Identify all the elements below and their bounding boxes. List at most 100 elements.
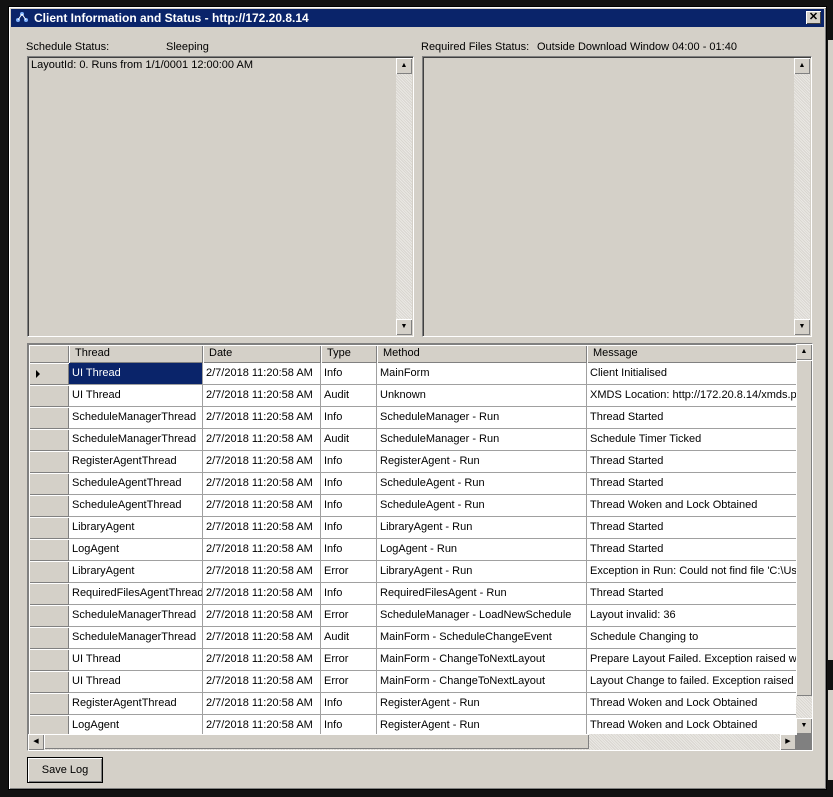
cell-message[interactable]: Client Initialised [587,363,797,385]
cell-method[interactable]: Unknown [377,385,587,407]
cell-message[interactable]: Thread Started [587,517,797,539]
schedule-log-scrollbar[interactable]: ▲ ▼ [396,58,412,335]
cell-thread[interactable]: ScheduleManagerThread [69,605,203,627]
cell-message[interactable]: Schedule Timer Ticked [587,429,797,451]
cell-thread[interactable]: LibraryAgent [69,561,203,583]
table-row[interactable]: UI Thread 2/7/2018 11:20:58 AM Error MainFo… [29,649,797,671]
scroll-up-icon[interactable]: ▲ [396,58,412,74]
cell-date[interactable]: 2/7/2018 11:20:58 AM [203,451,321,473]
cell-type[interactable]: Error [321,671,377,693]
cell-message[interactable]: Layout invalid: 36 [587,605,797,627]
cell-message[interactable]: Thread Started [587,451,797,473]
table-row[interactable]: ScheduleManagerThread 2/7/2018 11:20:58 A… [29,605,797,627]
row-header[interactable] [29,649,69,671]
cell-type[interactable]: Info [321,473,377,495]
row-header[interactable] [29,385,69,407]
cell-type[interactable]: Info [321,495,377,517]
grid-horizontal-thumb[interactable] [44,734,589,749]
cell-method[interactable]: ScheduleAgent - Run [377,495,587,517]
table-row[interactable]: UI Thread 2/7/2018 11:20:58 AM Info MainFor… [29,363,797,385]
cell-date[interactable]: 2/7/2018 11:20:58 AM [203,649,321,671]
cell-date[interactable]: 2/7/2018 11:20:58 AM [203,539,321,561]
cell-date[interactable]: 2/7/2018 11:20:58 AM [203,715,321,735]
cell-thread[interactable]: ScheduleAgentThread [69,495,203,517]
cell-message[interactable]: Thread Woken and Lock Obtained [587,495,797,517]
cell-type[interactable]: Audit [321,429,377,451]
cell-date[interactable]: 2/7/2018 11:20:58 AM [203,517,321,539]
cell-thread[interactable]: LibraryAgent [69,517,203,539]
grid-vertical-scrollbar[interactable]: ▲ ▼ [796,344,812,734]
cell-type[interactable]: Info [321,715,377,735]
row-header[interactable] [29,561,69,583]
cell-thread[interactable]: ScheduleAgentThread [69,473,203,495]
cell-date[interactable]: 2/7/2018 11:20:58 AM [203,671,321,693]
table-row[interactable]: ScheduleAgentThread 2/7/2018 11:20:58 AM I… [29,495,797,517]
table-row[interactable]: LibraryAgent 2/7/2018 11:20:58 AM Error Lib… [29,561,797,583]
cell-message[interactable]: Exception in Run: Could not find file 'C… [587,561,797,583]
cell-message[interactable]: Prepare Layout Failed. Exception raised … [587,649,797,671]
scroll-up-icon[interactable]: ▲ [794,58,810,74]
row-header[interactable] [29,627,69,649]
scroll-left-icon[interactable]: ◀ [28,734,44,750]
table-row[interactable]: LogAgent 2/7/2018 11:20:58 AM Info LogAgent… [29,539,797,561]
cell-date[interactable]: 2/7/2018 11:20:58 AM [203,561,321,583]
table-row[interactable]: LogAgent 2/7/2018 11:20:58 AM Info Register… [29,715,797,735]
cell-method[interactable]: RequiredFilesAgent - Run [377,583,587,605]
grid-vertical-thumb[interactable] [796,360,812,696]
cell-method[interactable]: RegisterAgent - Run [377,451,587,473]
row-header[interactable] [29,539,69,561]
cell-method[interactable]: ScheduleAgent - Run [377,473,587,495]
save-log-button[interactable]: Save Log [27,757,103,783]
cell-thread[interactable]: RegisterAgentThread [69,693,203,715]
required-files-log-scrollbar[interactable]: ▲ ▼ [794,58,810,335]
cell-method[interactable]: MainForm - ScheduleChangeEvent [377,627,587,649]
cell-thread[interactable]: LogAgent [69,539,203,561]
cell-date[interactable]: 2/7/2018 11:20:58 AM [203,495,321,517]
close-button[interactable]: ✕ [806,11,821,24]
scroll-down-icon[interactable]: ▼ [396,319,412,335]
cell-thread[interactable]: UI Thread [69,385,203,407]
required-files-log-textbox[interactable]: ▲ ▼ [422,56,812,337]
cell-date[interactable]: 2/7/2018 11:20:58 AM [203,693,321,715]
row-header[interactable] [29,583,69,605]
cell-type[interactable]: Info [321,517,377,539]
cell-type[interactable]: Info [321,539,377,561]
scroll-right-icon[interactable]: ▶ [780,734,796,750]
row-header[interactable] [29,715,69,735]
table-row[interactable]: RequiredFilesAgentThread 2/7/2018 11:20:5… [29,583,797,605]
cell-type[interactable]: Info [321,451,377,473]
cell-message[interactable]: Thread Started [587,539,797,561]
cell-message[interactable]: Layout Change to failed. Exception raise… [587,671,797,693]
cell-method[interactable]: ScheduleManager - Run [377,429,587,451]
cell-thread[interactable]: RequiredFilesAgentThread [69,583,203,605]
title-bar[interactable]: Client Information and Status - http://1… [11,9,824,27]
cell-date[interactable]: 2/7/2018 11:20:58 AM [203,407,321,429]
cell-message[interactable]: Thread Started [587,473,797,495]
cell-date[interactable]: 2/7/2018 11:20:58 AM [203,385,321,407]
cell-message[interactable]: Thread Started [587,407,797,429]
row-header-corner[interactable] [29,345,69,363]
cell-type[interactable]: Info [321,693,377,715]
cell-method[interactable]: ScheduleManager - Run [377,407,587,429]
column-header-thread[interactable]: Thread [69,345,203,363]
row-header[interactable] [29,407,69,429]
cell-method[interactable]: LibraryAgent - Run [377,561,587,583]
cell-thread[interactable]: ScheduleManagerThread [69,429,203,451]
cell-date[interactable]: 2/7/2018 11:20:58 AM [203,583,321,605]
cell-message[interactable]: Schedule Changing to [587,627,797,649]
cell-message[interactable]: Thread Woken and Lock Obtained [587,715,797,735]
table-row[interactable]: RegisterAgentThread 2/7/2018 11:20:58 AM I… [29,451,797,473]
row-header[interactable] [29,429,69,451]
table-row[interactable]: ScheduleAgentThread 2/7/2018 11:20:58 AM I… [29,473,797,495]
table-row[interactable]: ScheduleManagerThread 2/7/2018 11:20:58 A… [29,627,797,649]
row-header[interactable] [29,517,69,539]
cell-message[interactable]: Thread Woken and Lock Obtained [587,693,797,715]
column-header-type[interactable]: Type [321,345,377,363]
cell-thread[interactable]: UI Thread [69,363,203,385]
cell-type[interactable]: Info [321,363,377,385]
cell-thread[interactable]: RegisterAgentThread [69,451,203,473]
column-header-message[interactable]: Message [587,345,797,363]
cell-thread[interactable]: UI Thread [69,671,203,693]
table-row[interactable]: ScheduleManagerThread 2/7/2018 11:20:58 A… [29,407,797,429]
cell-method[interactable]: LibraryAgent - Run [377,517,587,539]
